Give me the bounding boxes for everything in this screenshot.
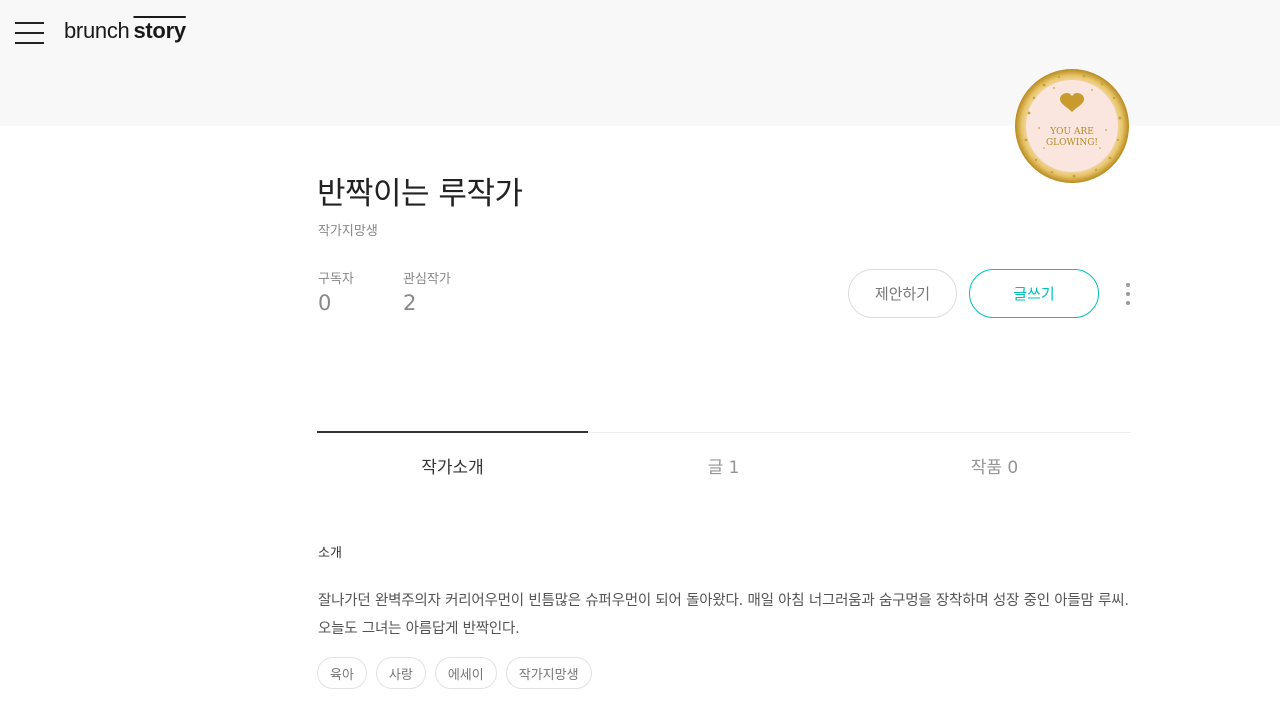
tab-posts[interactable]: 글 1 xyxy=(588,453,859,478)
brunchstory-logo[interactable]: brunch story xyxy=(64,18,186,44)
author-tagline: 작가지망생 xyxy=(318,224,378,239)
hamburger-menu-icon[interactable] xyxy=(15,21,44,46)
logo-text-story: story xyxy=(133,18,186,43)
tag-list: 육아 사랑 에세이 작가지망생 xyxy=(317,657,592,689)
tag-item[interactable]: 사랑 xyxy=(375,657,426,689)
subscribers-stat[interactable]: 구독자 0 xyxy=(318,268,354,315)
tab-author-intro[interactable]: 작가소개 xyxy=(317,453,588,478)
write-button[interactable]: 글쓰기 xyxy=(969,269,1099,318)
propose-button[interactable]: 제안하기 xyxy=(848,269,957,318)
avatar[interactable]: YOU ARE GLOWING! xyxy=(1014,68,1130,184)
tab-active-indicator xyxy=(317,431,588,433)
following-label: 관심작가 xyxy=(403,272,451,287)
subscribers-count: 0 xyxy=(318,291,332,315)
following-count: 2 xyxy=(403,291,417,315)
tag-item[interactable]: 작가지망생 xyxy=(505,657,592,689)
tab-works[interactable]: 작품 0 xyxy=(859,453,1130,478)
subscribers-label: 구독자 xyxy=(318,272,354,287)
tag-item[interactable]: 육아 xyxy=(317,657,367,689)
avatar-text-line2: GLOWING! xyxy=(1046,138,1098,148)
intro-text: 잘나가던 완벽주의자 커리어우먼이 빈틈많은 슈퍼우먼이 되어 돌아왔다. 매일… xyxy=(318,593,1129,637)
tag-item[interactable]: 에세이 xyxy=(434,657,497,689)
intro-section-title: 소개 xyxy=(318,546,342,561)
more-vertical-icon[interactable] xyxy=(1119,280,1137,308)
author-name: 반짝이는 루작가 xyxy=(317,176,523,212)
avatar-text-line1: YOU ARE xyxy=(1049,127,1094,137)
following-stat[interactable]: 관심작가 2 xyxy=(403,268,451,315)
logo-text-brunch: brunch xyxy=(64,18,130,43)
